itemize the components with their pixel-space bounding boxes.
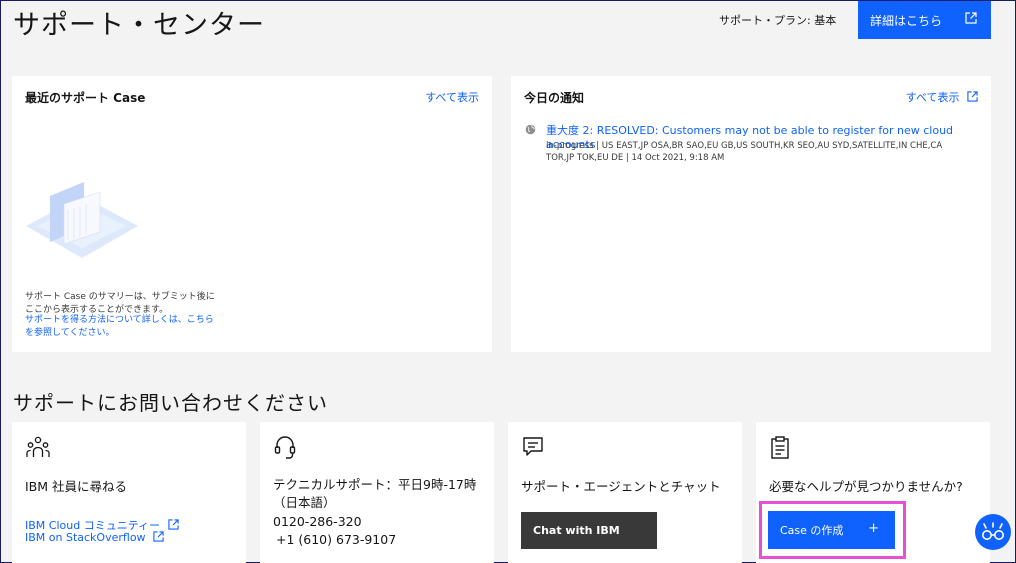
technical-support-card: テクニカルサポート：平日9時-17時 （日本語） 0120-286-320 +1… (260, 422, 494, 563)
create-case-title: 必要なヘルプが見つかりませんか? (769, 479, 963, 494)
notification-meta: in-progress | US EAST,JP OSA,BR SAO,EU G… (546, 141, 943, 163)
chat-title: サポート・エージェントとチャット (521, 479, 721, 494)
notifications-title: 今日の通知 (524, 91, 585, 105)
external-link-icon (967, 91, 978, 102)
external-link-icon (153, 531, 164, 542)
chat-card: サポート・エージェントとチャット Chat with IBM (508, 422, 742, 563)
page-title: サポート・センター (13, 10, 265, 41)
globe-icon (525, 124, 536, 135)
community-icon (26, 436, 50, 457)
recent-cases-card: 最近のサポート Case すべて表示 サポート Case のサマリーは、サブミッ… (12, 76, 492, 352)
phone-number-domestic: 0120-286-320 (273, 514, 362, 529)
create-case-button[interactable]: Case の作成 + (768, 511, 895, 549)
assistant-icon (982, 522, 1004, 540)
recent-cases-title: 最近のサポート Case (25, 91, 146, 105)
chat-with-ibm-button[interactable]: Chat with IBM (521, 512, 657, 549)
contact-section-title: サポートにお問い合わせください (13, 391, 328, 415)
plus-icon: + (868, 521, 879, 536)
assistant-help-button[interactable] (975, 514, 1011, 550)
create-case-card: 必要なヘルプが見つかりませんか? Case の作成 + (756, 422, 990, 563)
phone-number-international: +1 (610) 673-9107 (276, 532, 397, 547)
headset-icon (274, 436, 296, 459)
support-plan-label: サポート・プラン: 基本 (719, 14, 837, 27)
ask-ibm-title: IBM 社員に尋ねる (25, 479, 128, 494)
empty-cases-illustration (26, 182, 138, 258)
notifications-view-all-link[interactable]: すべて表示 (906, 89, 978, 105)
learn-more-label: 詳細はこちら (870, 13, 943, 28)
external-link-icon (965, 12, 977, 24)
support-info-link[interactable]: サポートを得る方法について詳しくは、こちら を参照してください。 (25, 314, 214, 340)
learn-more-button[interactable]: 詳細はこちら (858, 1, 991, 39)
notifications-card: 今日の通知 すべて表示 重大度 2: RESOLVED: Customers m… (511, 76, 991, 352)
ask-ibm-card: IBM 社員に尋ねる IBM Cloud コミュニティー IBM on Stac… (12, 422, 246, 563)
create-case-label: Case の作成 (780, 524, 844, 537)
clipboard-icon (771, 436, 789, 459)
chat-icon (523, 437, 543, 456)
ibm-stackoverflow-link[interactable]: IBM on StackOverflow (25, 531, 164, 544)
recent-cases-view-all-link[interactable]: すべて表示 (425, 89, 479, 105)
technical-support-title: テクニカルサポート：平日9時-17時 （日本語） (273, 477, 477, 510)
external-link-icon (167, 519, 179, 530)
